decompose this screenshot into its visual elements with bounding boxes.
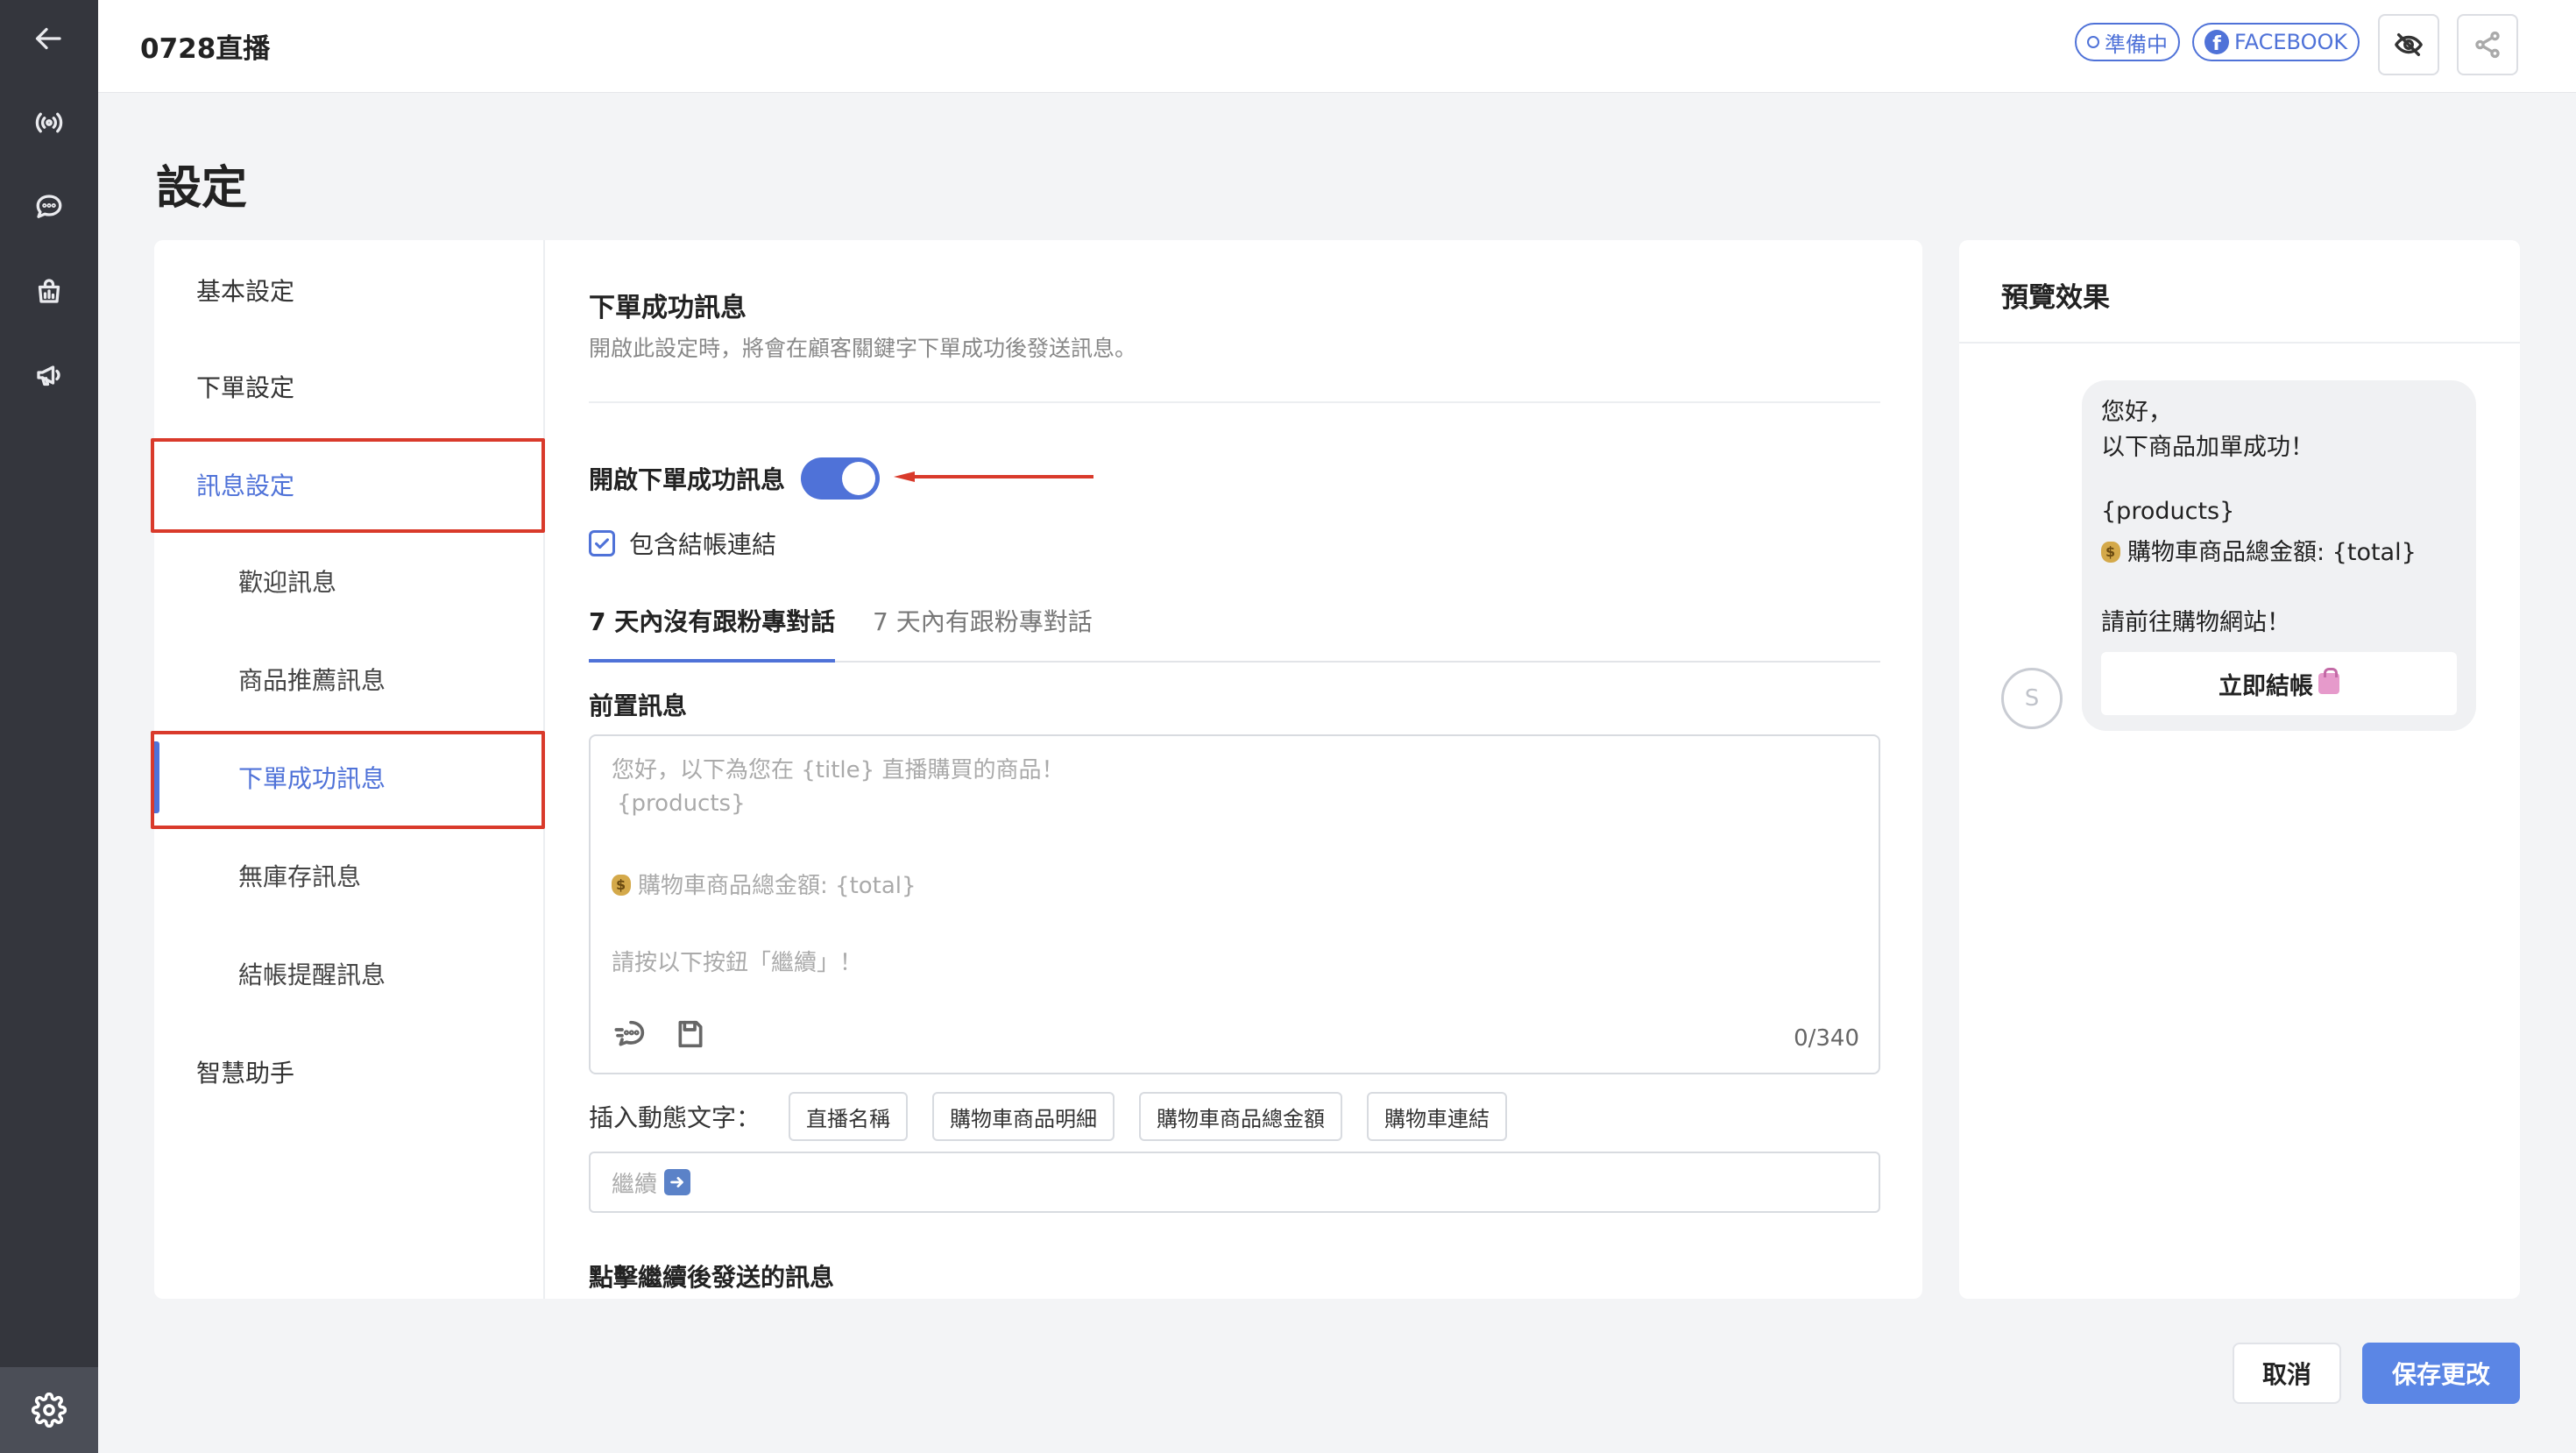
placeholder-line: 購物車商品總金額: {total} <box>612 868 916 900</box>
save-changes-button[interactable]: 保存更改 <box>2362 1343 2520 1404</box>
toggle-label: 開啟下單成功訊息 <box>589 465 786 494</box>
placeholder-line: 請按以下按鈕「繼續」！ <box>612 950 863 976</box>
share-button[interactable] <box>2457 14 2518 75</box>
facebook-icon: f <box>2204 30 2229 54</box>
red-arrow-annotation <box>894 471 1093 482</box>
divider <box>1959 342 2520 344</box>
eye-off-icon <box>2395 32 2423 57</box>
highlight-box-order-success <box>151 731 545 829</box>
preview-message-bubble: 您好， 以下商品加單成功！ {products} 購物車商品總金額: {tota… <box>2082 380 2476 731</box>
visibility-toggle-button[interactable] <box>2378 14 2439 75</box>
nav-checkout-reminder-message[interactable]: 結帳提醒訊息 <box>154 925 545 1022</box>
divider <box>589 401 1880 403</box>
check-icon <box>595 538 609 549</box>
char-counter: 0/340 <box>1794 1025 1859 1052</box>
highlight-box-message-settings <box>151 438 545 533</box>
cancel-button[interactable]: 取消 <box>2233 1343 2341 1404</box>
pre-message-textarea[interactable]: 您好，以下為您在 {title} 直播購買的商品！ {products} 購物車… <box>589 734 1880 1074</box>
bubble-line: {products} <box>2101 498 2235 525</box>
insert-dynamic-text-row: 插入動態文字： 直播名稱 購物車商品明細 購物車商品總金額 購物車連結 <box>589 1090 1508 1143</box>
pre-message-label: 前置訊息 <box>589 691 688 720</box>
placeholder-text: 購物車商品總金額: {total} <box>638 873 916 899</box>
nav-label: 歡迎訊息 <box>238 568 337 597</box>
page-title: 設定 <box>156 162 248 215</box>
bubble-text: 購物車商品總金額: {total} <box>2127 539 2417 566</box>
tab-no-conversation-7days[interactable]: 7 天內沒有跟粉專對話 <box>589 603 836 663</box>
nav-basic-settings[interactable]: 基本設定 <box>154 242 545 338</box>
nav-label: 基本設定 <box>196 277 295 306</box>
toggle-row: 開啟下單成功訊息 <box>589 457 881 500</box>
checkout-now-label: 立即結帳 <box>2219 672 2313 700</box>
bubble-line: 您好， <box>2101 399 2172 426</box>
tab-conversation-7days[interactable]: 7 天內有跟粉專對話 <box>873 603 1093 663</box>
section-description: 開啟此設定時，將會在顧客關鍵字下單成功後發送訊息。 <box>589 336 1137 361</box>
toggle-knob <box>842 462 876 495</box>
insert-cart-details-chip[interactable]: 購物車商品明細 <box>932 1092 1115 1141</box>
preview-card: 預覽效果 S 您好， 以下商品加單成功！ {products} 購物車商品總金額… <box>1959 240 2520 1299</box>
insert-cart-link-chip[interactable]: 購物車連結 <box>1367 1092 1508 1141</box>
nav-product-recommend-message[interactable]: 商品推薦訊息 <box>154 631 545 727</box>
status-text: 準備中 <box>2105 32 2168 57</box>
placeholder-line: 您好，以下為您在 {title} 直播購買的商品！ <box>612 757 1065 783</box>
order-success-toggle[interactable] <box>801 457 881 500</box>
checkout-link-row: 包含結帳連結 <box>589 526 776 561</box>
nav-label: 下單設定 <box>196 373 295 402</box>
textarea-toolbar <box>613 1017 708 1052</box>
section-title: 下單成功訊息 <box>589 293 747 323</box>
include-checkout-link-checkbox[interactable] <box>589 530 615 556</box>
top-header: 0728直播 準備中 f FACEBOOK <box>98 0 2576 93</box>
back-arrow-icon[interactable] <box>23 12 75 65</box>
right-arrow-icon <box>664 1169 691 1195</box>
placeholder-line: {products} <box>617 790 746 817</box>
nav-smart-assistant[interactable]: 智慧助手 <box>154 1024 545 1120</box>
after-continue-label: 點擊繼續後發送的訊息 <box>589 1263 835 1292</box>
conversation-tabs: 7 天內沒有跟粉專對話 7 天內有跟粉專對話 <box>589 594 1880 663</box>
insert-label: 插入動態文字： <box>589 1103 761 1132</box>
money-bag-icon <box>612 875 631 896</box>
checkout-now-button[interactable]: 立即結帳 <box>2101 652 2457 715</box>
preview-title: 預覽效果 <box>2001 282 2110 314</box>
insert-live-name-chip[interactable]: 直播名稱 <box>789 1092 909 1141</box>
nav-label: 無庫存訊息 <box>238 862 362 891</box>
insert-cart-total-chip[interactable]: 購物車商品總金額 <box>1139 1092 1343 1141</box>
platform-badge: f FACEBOOK <box>2192 23 2360 61</box>
shopping-bag-icon <box>2318 668 2339 694</box>
live-broadcast-icon[interactable] <box>23 96 75 149</box>
status-badge: 準備中 <box>2075 23 2180 61</box>
nav-label: 結帳提醒訊息 <box>238 960 386 989</box>
platform-text: FACEBOOK <box>2234 30 2348 54</box>
shop-analytics-icon[interactable] <box>23 265 75 317</box>
checkbox-label: 包含結帳連結 <box>629 530 777 559</box>
nav-out-of-stock-message[interactable]: 無庫存訊息 <box>154 827 545 924</box>
nav-label: 智慧助手 <box>196 1059 295 1088</box>
megaphone-icon[interactable] <box>23 349 75 401</box>
nav-order-settings[interactable]: 下單設定 <box>154 338 545 435</box>
bubble-line: 購物車商品總金額: {total} <box>2101 533 2417 567</box>
money-bag-icon <box>2101 542 2120 563</box>
bubble-line: 以下商品加單成功！ <box>2101 434 2314 461</box>
live-title: 0728直播 <box>140 33 271 65</box>
save-template-icon[interactable] <box>673 1017 708 1052</box>
status-dot-icon <box>2087 36 2099 48</box>
chat-bubble-icon[interactable] <box>23 181 75 233</box>
nav-label: 商品推薦訊息 <box>238 666 386 695</box>
quick-reply-icon[interactable] <box>613 1017 648 1052</box>
nav-welcome-message[interactable]: 歡迎訊息 <box>154 533 545 629</box>
settings-gear-icon[interactable] <box>0 1367 98 1453</box>
continue-button-input[interactable]: 繼續 <box>589 1152 1880 1213</box>
continue-placeholder: 繼續 <box>612 1171 658 1198</box>
bubble-line: 請前往購物網站！ <box>2101 609 2290 636</box>
left-rail <box>0 0 98 1453</box>
avatar: S <box>2001 668 2063 729</box>
share-icon <box>2475 31 2500 59</box>
